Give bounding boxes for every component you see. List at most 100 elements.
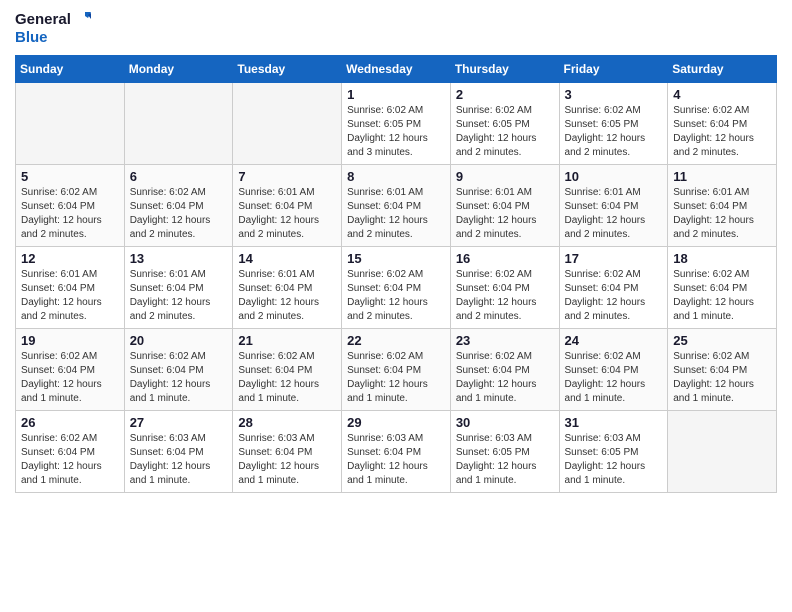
calendar-cell: 20 Sunrise: 6:02 AM Sunset: 6:04 PM Dayli… (124, 328, 233, 410)
day-number: 20 (130, 333, 228, 348)
day-number: 23 (456, 333, 554, 348)
calendar-cell: 5 Sunrise: 6:02 AM Sunset: 6:04 PM Daylig… (16, 164, 125, 246)
day-info: Sunrise: 6:02 AM Sunset: 6:05 PM Dayligh… (565, 104, 663, 160)
day-info: Sunrise: 6:01 AM Sunset: 6:04 PM Dayligh… (238, 186, 336, 242)
day-info: Sunrise: 6:01 AM Sunset: 6:04 PM Dayligh… (238, 268, 336, 324)
day-number: 14 (238, 251, 336, 266)
day-info: Sunrise: 6:01 AM Sunset: 6:04 PM Dayligh… (673, 186, 771, 242)
day-info: Sunrise: 6:03 AM Sunset: 6:04 PM Dayligh… (238, 432, 336, 488)
calendar-week-row: 12 Sunrise: 6:01 AM Sunset: 6:04 PM Dayli… (16, 246, 777, 328)
column-header-monday: Monday (124, 55, 233, 82)
calendar-cell (16, 82, 125, 164)
calendar-cell: 13 Sunrise: 6:01 AM Sunset: 6:04 PM Dayli… (124, 246, 233, 328)
day-number: 7 (238, 169, 336, 184)
day-number: 26 (21, 415, 119, 430)
logo-container: General Blue (15, 10, 91, 47)
calendar-cell: 26Sunrise: 6:02 AM Sunset: 6:04 PM Dayli… (16, 410, 125, 492)
logo: General Blue (15, 10, 91, 47)
day-info: Sunrise: 6:02 AM Sunset: 6:04 PM Dayligh… (456, 350, 554, 406)
calendar-week-row: 26Sunrise: 6:02 AM Sunset: 6:04 PM Dayli… (16, 410, 777, 492)
calendar-cell: 27 Sunrise: 6:03 AM Sunset: 6:04 PM Dayli… (124, 410, 233, 492)
day-number: 27 (130, 415, 228, 430)
column-header-friday: Friday (559, 55, 668, 82)
day-number: 3 (565, 87, 663, 102)
day-number: 10 (565, 169, 663, 184)
day-number: 25 (673, 333, 771, 348)
day-info: Sunrise: 6:02 AM Sunset: 6:04 PM Dayligh… (130, 350, 228, 406)
day-info: Sunrise: 6:02 AM Sunset: 6:04 PM Dayligh… (347, 268, 445, 324)
calendar-cell: 30Sunrise: 6:03 AM Sunset: 6:05 PM Dayli… (450, 410, 559, 492)
day-number: 1 (347, 87, 445, 102)
calendar-header-row: SundayMondayTuesdayWednesdayThursdayFrid… (16, 55, 777, 82)
day-info: Sunrise: 6:03 AM Sunset: 6:04 PM Dayligh… (347, 432, 445, 488)
day-number: 13 (130, 251, 228, 266)
day-info: Sunrise: 6:02 AM Sunset: 6:04 PM Dayligh… (238, 350, 336, 406)
day-number: 21 (238, 333, 336, 348)
calendar-cell: 19 Sunrise: 6:02 AM Sunset: 6:04 PM Dayli… (16, 328, 125, 410)
day-info: Sunrise: 6:02 AM Sunset: 6:04 PM Dayligh… (130, 186, 228, 242)
calendar-cell: 18Sunrise: 6:02 AM Sunset: 6:04 PM Dayli… (668, 246, 777, 328)
logo-blue: Blue (15, 30, 91, 47)
day-number: 5 (21, 169, 119, 184)
column-header-tuesday: Tuesday (233, 55, 342, 82)
calendar-cell: 15 Sunrise: 6:02 AM Sunset: 6:04 PM Dayli… (342, 246, 451, 328)
calendar-cell: 3 Sunrise: 6:02 AM Sunset: 6:05 PM Daylig… (559, 82, 668, 164)
day-info: Sunrise: 6:03 AM Sunset: 6:05 PM Dayligh… (456, 432, 554, 488)
calendar-week-row: 19 Sunrise: 6:02 AM Sunset: 6:04 PM Dayli… (16, 328, 777, 410)
day-info: Sunrise: 6:02 AM Sunset: 6:04 PM Dayligh… (21, 186, 119, 242)
day-number: 22 (347, 333, 445, 348)
day-info: Sunrise: 6:01 AM Sunset: 6:04 PM Dayligh… (565, 186, 663, 242)
day-number: 12 (21, 251, 119, 266)
calendar-cell: 12 Sunrise: 6:01 AM Sunset: 6:04 PM Dayli… (16, 246, 125, 328)
logo-bird-icon (71, 10, 91, 30)
day-number: 24 (565, 333, 663, 348)
day-info: Sunrise: 6:02 AM Sunset: 6:04 PM Dayligh… (456, 268, 554, 324)
calendar-cell: 25Sunrise: 6:02 AM Sunset: 6:04 PM Dayli… (668, 328, 777, 410)
day-info: Sunrise: 6:01 AM Sunset: 6:04 PM Dayligh… (130, 268, 228, 324)
day-info: Sunrise: 6:01 AM Sunset: 6:04 PM Dayligh… (347, 186, 445, 242)
calendar-cell: 23 Sunrise: 6:02 AM Sunset: 6:04 PM Dayli… (450, 328, 559, 410)
column-header-saturday: Saturday (668, 55, 777, 82)
calendar-cell (124, 82, 233, 164)
day-number: 9 (456, 169, 554, 184)
calendar-cell: 9Sunrise: 6:01 AM Sunset: 6:04 PM Daylig… (450, 164, 559, 246)
day-number: 31 (565, 415, 663, 430)
calendar-cell: 29 Sunrise: 6:03 AM Sunset: 6:04 PM Dayli… (342, 410, 451, 492)
day-info: Sunrise: 6:02 AM Sunset: 6:04 PM Dayligh… (565, 350, 663, 406)
day-number: 28 (238, 415, 336, 430)
calendar-week-row: 1 Sunrise: 6:02 AM Sunset: 6:05 PM Daylig… (16, 82, 777, 164)
day-number: 19 (21, 333, 119, 348)
calendar-cell (233, 82, 342, 164)
day-number: 16 (456, 251, 554, 266)
day-number: 15 (347, 251, 445, 266)
day-number: 4 (673, 87, 771, 102)
column-header-thursday: Thursday (450, 55, 559, 82)
column-header-wednesday: Wednesday (342, 55, 451, 82)
day-number: 2 (456, 87, 554, 102)
day-info: Sunrise: 6:02 AM Sunset: 6:04 PM Dayligh… (21, 350, 119, 406)
calendar-cell: 28 Sunrise: 6:03 AM Sunset: 6:04 PM Dayli… (233, 410, 342, 492)
day-number: 29 (347, 415, 445, 430)
calendar-cell: 10 Sunrise: 6:01 AM Sunset: 6:04 PM Dayli… (559, 164, 668, 246)
day-info: Sunrise: 6:01 AM Sunset: 6:04 PM Dayligh… (21, 268, 119, 324)
calendar-week-row: 5 Sunrise: 6:02 AM Sunset: 6:04 PM Daylig… (16, 164, 777, 246)
day-info: Sunrise: 6:02 AM Sunset: 6:05 PM Dayligh… (456, 104, 554, 160)
logo-general: General (15, 12, 71, 29)
calendar-cell: 16 Sunrise: 6:02 AM Sunset: 6:04 PM Dayli… (450, 246, 559, 328)
header: General Blue (15, 10, 777, 47)
day-info: Sunrise: 6:03 AM Sunset: 6:04 PM Dayligh… (130, 432, 228, 488)
column-header-sunday: Sunday (16, 55, 125, 82)
calendar-cell: 17Sunrise: 6:02 AM Sunset: 6:04 PM Dayli… (559, 246, 668, 328)
calendar-cell (668, 410, 777, 492)
calendar-cell: 2 Sunrise: 6:02 AM Sunset: 6:05 PM Daylig… (450, 82, 559, 164)
calendar-cell: 7 Sunrise: 6:01 AM Sunset: 6:04 PM Daylig… (233, 164, 342, 246)
calendar-table: SundayMondayTuesdayWednesdayThursdayFrid… (15, 55, 777, 493)
day-number: 11 (673, 169, 771, 184)
calendar-cell: 24 Sunrise: 6:02 AM Sunset: 6:04 PM Dayli… (559, 328, 668, 410)
calendar-cell: 11 Sunrise: 6:01 AM Sunset: 6:04 PM Dayli… (668, 164, 777, 246)
calendar-cell: 1Sunrise: 6:02 AM Sunset: 6:05 PM Daylig… (342, 82, 451, 164)
day-info: Sunrise: 6:02 AM Sunset: 6:04 PM Dayligh… (565, 268, 663, 324)
day-number: 18 (673, 251, 771, 266)
calendar-cell: 31 Sunrise: 6:03 AM Sunset: 6:05 PM Dayli… (559, 410, 668, 492)
day-info: Sunrise: 6:03 AM Sunset: 6:05 PM Dayligh… (565, 432, 663, 488)
